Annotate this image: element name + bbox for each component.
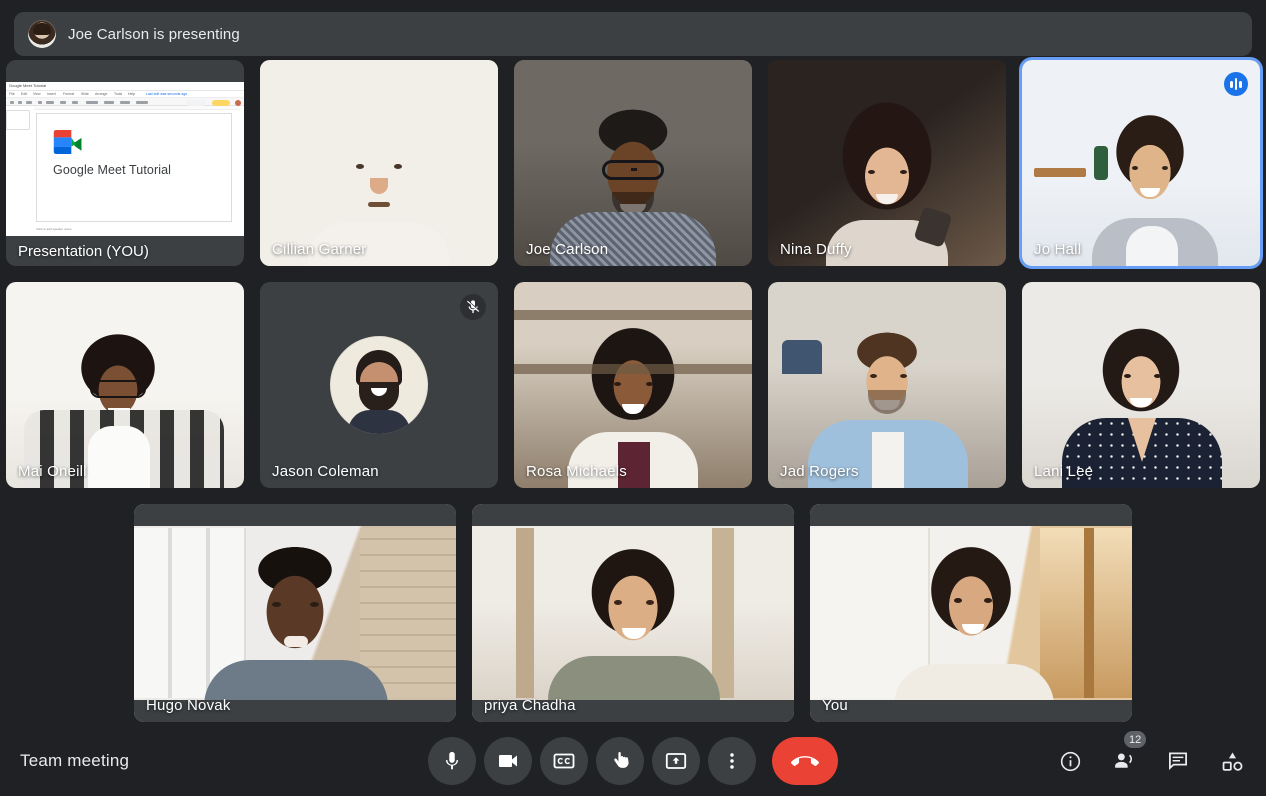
participant-tile-nina-duffy[interactable]: Nina Duffy bbox=[768, 60, 1006, 266]
participant-video bbox=[514, 282, 752, 488]
raise-hand-icon bbox=[614, 752, 629, 768]
presenter-avatar bbox=[28, 20, 56, 48]
participant-tile-jad-rogers[interactable]: Jad Rogers bbox=[768, 282, 1006, 488]
docs-menu-bar: File Edit View Insert Format Slide Arrange To… bbox=[6, 91, 244, 98]
mute-badge bbox=[460, 294, 486, 320]
call-controls bbox=[428, 737, 838, 785]
phone-hangup-icon bbox=[791, 756, 819, 767]
slide-canvas: Google Meet Tutorial bbox=[36, 113, 232, 222]
participant-video bbox=[134, 504, 456, 722]
participant-video bbox=[1022, 282, 1260, 488]
participant-name: priya Chadha bbox=[484, 697, 576, 714]
grid-row-2: Mai Oneill Jason Coleman Rosa Michaels J… bbox=[0, 282, 1266, 488]
participant-tile-jason-coleman[interactable]: Jason Coleman bbox=[260, 282, 498, 488]
participant-grid: Google Meet Tutorial File Edit View Insert… bbox=[0, 60, 1266, 738]
participant-video bbox=[810, 504, 1132, 722]
participant-video bbox=[768, 282, 1006, 488]
participant-name: Cillian Garner bbox=[272, 241, 367, 258]
participant-tile-joe-carlson[interactable]: Joe Carlson bbox=[514, 60, 752, 266]
docs-speaker-notes: Click to add speaker notes bbox=[36, 227, 72, 231]
slide-title: Google Meet Tutorial bbox=[53, 163, 172, 177]
meeting-details-button[interactable] bbox=[1056, 747, 1084, 775]
presentation-tile-label: Presentation (YOU) bbox=[18, 243, 149, 260]
participant-video bbox=[514, 60, 752, 266]
participant-tile-priya-chadha[interactable]: priya Chadha bbox=[472, 504, 794, 722]
present-now-button[interactable] bbox=[652, 737, 700, 785]
participant-name: Joe Carlson bbox=[526, 241, 609, 258]
avatar bbox=[330, 336, 428, 434]
bottom-toolbar: Team meeting 12 bbox=[0, 726, 1266, 796]
speaking-indicator-icon bbox=[1224, 72, 1248, 96]
participants-button[interactable]: 12 bbox=[1110, 731, 1147, 775]
chat-icon bbox=[1169, 752, 1187, 771]
participants-count-badge: 12 bbox=[1124, 731, 1147, 748]
captions-button[interactable] bbox=[540, 737, 588, 785]
camera-button[interactable] bbox=[484, 737, 532, 785]
right-controls: 12 bbox=[1056, 731, 1246, 775]
participant-name: Jo Hall bbox=[1034, 241, 1082, 258]
microphone-muted-icon bbox=[467, 300, 480, 313]
participant-name: Nina Duffy bbox=[780, 241, 852, 258]
chat-button[interactable] bbox=[1164, 747, 1192, 775]
end-call-button[interactable] bbox=[772, 737, 838, 785]
participant-tile-hugo-novak[interactable]: Hugo Novak bbox=[134, 504, 456, 722]
presenting-banner-text: Joe Carlson is presenting bbox=[68, 25, 240, 43]
presentation-screenshare: Google Meet Tutorial File Edit View Insert… bbox=[6, 82, 244, 236]
participant-name: Jason Coleman bbox=[272, 463, 379, 480]
google-meet-logo-icon bbox=[53, 130, 82, 154]
grid-row-3: Hugo Novak priya Chadha You bbox=[0, 504, 1266, 722]
grid-row-1: Google Meet Tutorial File Edit View Insert… bbox=[0, 60, 1266, 266]
participant-name: Hugo Novak bbox=[146, 697, 231, 714]
info-icon bbox=[1060, 751, 1080, 771]
participant-tile-cillian-garner[interactable]: Cillian Garner bbox=[260, 60, 498, 266]
raise-hand-button[interactable] bbox=[596, 737, 644, 785]
activities-button[interactable] bbox=[1218, 747, 1246, 775]
activities-icon bbox=[1222, 752, 1242, 771]
meeting-name: Team meeting bbox=[20, 751, 130, 770]
camera-icon bbox=[499, 755, 517, 767]
participant-video bbox=[768, 60, 1006, 266]
participant-name: You bbox=[822, 697, 848, 714]
participant-tile-rosa-michaels[interactable]: Rosa Michaels bbox=[514, 282, 752, 488]
participant-name: Mai Oneill bbox=[18, 463, 87, 480]
microphone-button[interactable] bbox=[428, 737, 476, 785]
participant-name: Rosa Michaels bbox=[526, 463, 627, 480]
docs-toolbar bbox=[6, 98, 244, 106]
closed-captions-icon bbox=[553, 753, 575, 769]
participant-video bbox=[1022, 60, 1260, 266]
participant-video bbox=[472, 504, 794, 722]
docs-window-title: Google Meet Tutorial bbox=[9, 83, 47, 88]
participant-video bbox=[260, 60, 498, 266]
more-vertical-icon bbox=[730, 753, 734, 769]
microphone-icon bbox=[445, 751, 459, 770]
participant-tile-mai-oneill[interactable]: Mai Oneill bbox=[6, 282, 244, 488]
participant-name: Jad Rogers bbox=[780, 463, 859, 480]
people-icon bbox=[1114, 752, 1132, 768]
presentation-tile[interactable]: Google Meet Tutorial File Edit View Insert… bbox=[6, 60, 244, 266]
present-screen-icon bbox=[665, 753, 687, 769]
more-options-button[interactable] bbox=[708, 737, 756, 785]
participant-tile-you[interactable]: You bbox=[810, 504, 1132, 722]
participant-tile-lani-lee[interactable]: Lani Lee bbox=[1022, 282, 1260, 488]
participant-video bbox=[6, 282, 244, 488]
participant-tile-jo-hall[interactable]: Jo Hall bbox=[1022, 60, 1260, 266]
presenting-banner: Joe Carlson is presenting bbox=[14, 12, 1252, 56]
participant-name: Lani Lee bbox=[1034, 463, 1094, 480]
